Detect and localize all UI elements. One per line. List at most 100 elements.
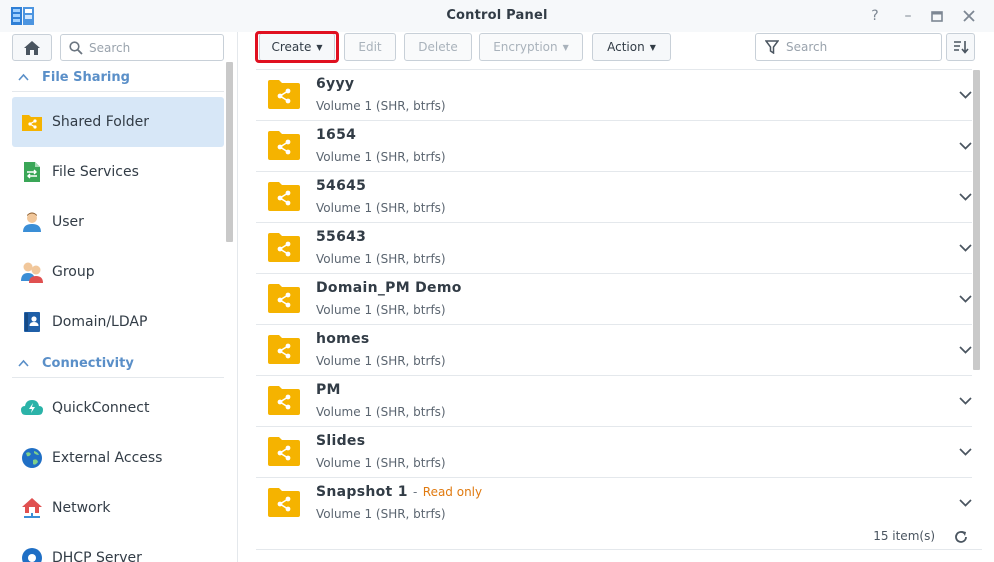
refresh-button[interactable] — [952, 528, 970, 546]
caret-down-icon: ▼ — [316, 42, 323, 52]
edit-button[interactable]: Edit — [344, 33, 396, 61]
close-button[interactable] — [960, 7, 978, 25]
shared-folder-icon — [268, 335, 300, 364]
folder-location: Volume 1 (SHR, btrfs) — [316, 303, 446, 317]
sidebar-search[interactable] — [60, 34, 224, 61]
folder-row[interactable]: homes Volume 1 (SHR, btrfs) — [256, 325, 972, 376]
file-services-icon — [20, 160, 44, 184]
folder-location: Volume 1 (SHR, btrfs) — [316, 405, 446, 419]
delete-button[interactable]: Delete — [404, 33, 472, 61]
folder-row[interactable]: Snapshot 1 - Read only Volume 1 (SHR, bt… — [256, 478, 972, 523]
shared-folder-icon — [268, 386, 300, 415]
title-bar: Control Panel ? – — [0, 0, 994, 32]
folder-row[interactable]: 6yyy Volume 1 (SHR, btrfs) — [256, 70, 972, 121]
action-button[interactable]: Action ▼ — [592, 33, 671, 61]
sidebar-item-label: Group — [52, 264, 95, 280]
maximize-button[interactable] — [928, 7, 946, 25]
folder-name: Slides — [316, 433, 365, 449]
chevron-down-icon[interactable] — [956, 137, 972, 155]
section-label: File Sharing — [42, 70, 130, 85]
folder-name: 6yyy — [316, 76, 354, 92]
quickconnect-icon — [20, 396, 44, 420]
section-file-sharing[interactable]: File Sharing — [12, 64, 224, 92]
shared-folder-icon — [20, 110, 44, 134]
folder-name-text: Slides — [316, 433, 366, 449]
section-label: Connectivity — [42, 356, 134, 371]
section-connectivity[interactable]: Connectivity — [12, 350, 224, 378]
caret-down-icon: ▼ — [562, 42, 569, 52]
main-panel: Create ▼ Edit Delete Encryption ▼ Action… — [239, 31, 994, 562]
filter-search[interactable] — [755, 33, 942, 61]
help-button[interactable]: ? — [866, 7, 884, 25]
encryption-button-label: Encryption — [493, 40, 558, 54]
folder-name: 1654 — [316, 127, 356, 143]
home-icon — [24, 40, 40, 55]
minimize-button[interactable]: – — [899, 7, 917, 25]
user-icon — [20, 210, 44, 234]
chevron-down-icon[interactable] — [956, 239, 972, 257]
sidebar-item-label: File Services — [52, 164, 139, 180]
sidebar-item-external-access[interactable]: External Access — [12, 433, 224, 483]
group-icon — [20, 260, 44, 284]
list-footer: 15 item(s) — [256, 523, 982, 550]
folder-name-text: Snapshot 1 — [316, 484, 408, 500]
folder-location: Volume 1 (SHR, btrfs) — [316, 507, 446, 521]
sidebar-item-shared-folder[interactable]: Shared Folder — [12, 97, 224, 147]
domain-ldap-icon — [20, 310, 44, 334]
folder-row[interactable]: Domain_PM Demo Volume 1 (SHR, btrfs) — [256, 274, 972, 325]
folder-name-text: 6yyy — [316, 76, 355, 92]
folder-name: PM — [316, 382, 341, 398]
window-title: Control Panel — [446, 8, 548, 23]
status-separator: - — [412, 485, 418, 499]
sidebar-item-file-services[interactable]: File Services — [12, 147, 224, 197]
chevron-down-icon[interactable] — [956, 443, 972, 461]
folder-location: Volume 1 (SHR, btrfs) — [316, 99, 446, 113]
home-button[interactable] — [12, 34, 52, 61]
sidebar-search-input[interactable] — [89, 40, 209, 55]
filter-icon — [765, 40, 779, 54]
sort-button[interactable] — [946, 33, 975, 61]
chevron-up-icon — [18, 71, 38, 84]
shared-folder-icon — [268, 233, 300, 262]
create-button[interactable]: Create ▼ — [259, 33, 335, 61]
network-icon — [20, 496, 44, 520]
folder-name: Snapshot 1 - Read only — [316, 484, 482, 500]
folder-row[interactable]: 55643 Volume 1 (SHR, btrfs) — [256, 223, 972, 274]
folder-name: homes — [316, 331, 370, 347]
sidebar-item-label: Domain/LDAP — [52, 314, 148, 330]
chevron-down-icon[interactable] — [956, 86, 972, 104]
sidebar: File Sharing Shared Folder File Services… — [0, 32, 238, 562]
sidebar-item-dhcp-server[interactable]: DHCP Server — [12, 533, 224, 562]
read-only-badge: Read only — [422, 485, 483, 499]
search-icon — [69, 40, 83, 55]
folder-name-text: Domain_PM Demo — [316, 280, 462, 296]
sidebar-item-label: DHCP Server — [52, 550, 142, 562]
sidebar-item-quickconnect[interactable]: QuickConnect — [12, 383, 224, 433]
shared-folder-icon — [268, 182, 300, 211]
sidebar-scrollbar[interactable] — [226, 62, 233, 242]
folder-row[interactable]: 54645 Volume 1 (SHR, btrfs) — [256, 172, 972, 223]
sidebar-item-network[interactable]: Network — [12, 483, 224, 533]
encryption-button[interactable]: Encryption ▼ — [479, 33, 583, 61]
chevron-down-icon[interactable] — [956, 341, 972, 359]
folder-location: Volume 1 (SHR, btrfs) — [316, 150, 446, 164]
list-scrollbar[interactable] — [973, 70, 980, 370]
caret-down-icon: ▼ — [649, 42, 656, 52]
sidebar-item-label: External Access — [52, 450, 163, 466]
sidebar-item-user[interactable]: User — [12, 197, 224, 247]
folder-row[interactable]: 1654 Volume 1 (SHR, btrfs) — [256, 121, 972, 172]
chevron-down-icon[interactable] — [956, 392, 972, 410]
item-count: 15 item(s) — [873, 529, 935, 543]
folder-name: Domain_PM Demo — [316, 280, 462, 296]
chevron-down-icon[interactable] — [956, 494, 972, 512]
chevron-up-icon — [18, 357, 38, 370]
sort-icon — [953, 41, 969, 54]
chevron-down-icon[interactable] — [956, 188, 972, 206]
filter-search-input[interactable] — [786, 40, 926, 54]
folder-row[interactable]: PM Volume 1 (SHR, btrfs) — [256, 376, 972, 427]
folder-name-text: 1654 — [316, 127, 357, 143]
chevron-down-icon[interactable] — [956, 290, 972, 308]
sidebar-item-group[interactable]: Group — [12, 247, 224, 297]
sidebar-item-domain-ldap[interactable]: Domain/LDAP — [12, 297, 224, 347]
folder-row[interactable]: Slides Volume 1 (SHR, btrfs) — [256, 427, 972, 478]
